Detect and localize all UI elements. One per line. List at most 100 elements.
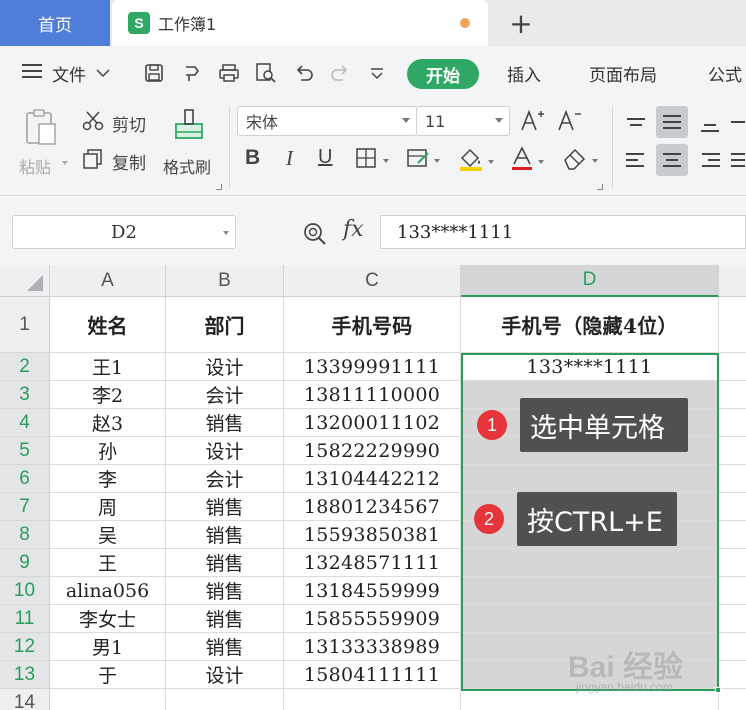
column-header-e[interactable] (719, 265, 746, 297)
align-bottom-button[interactable] (694, 106, 726, 138)
row-header[interactable]: 7 (0, 493, 50, 521)
row-header[interactable]: 11 (0, 605, 50, 633)
cell-name[interactable]: 王 (50, 549, 166, 577)
cell-e[interactable] (719, 381, 746, 409)
fill-color-button[interactable] (458, 146, 494, 177)
row-header[interactable]: 6 (0, 465, 50, 493)
file-menu[interactable]: 文件 (22, 46, 110, 100)
cell-phone[interactable]: 15855559909 (284, 605, 461, 633)
cell-phone[interactable]: 15804111111 (284, 661, 461, 689)
print-icon[interactable] (218, 62, 240, 84)
justify-button[interactable] (730, 144, 746, 176)
row-header[interactable]: 4 (0, 409, 50, 437)
cell-dept[interactable]: 销售 (166, 493, 284, 521)
cell-dept[interactable]: 销售 (166, 521, 284, 549)
cell-phone[interactable]: 13248571111 (284, 549, 461, 577)
save-icon[interactable] (143, 62, 165, 84)
cell-e[interactable] (719, 549, 746, 577)
row-header[interactable]: 9 (0, 549, 50, 577)
name-box[interactable]: D2 (12, 215, 236, 249)
row-header[interactable]: 14 (0, 689, 50, 710)
cut-button[interactable]: 剪切 (82, 110, 146, 137)
cell-format-button[interactable] (406, 147, 440, 174)
cell-masked[interactable] (461, 661, 719, 689)
customize-dropdown-icon[interactable] (366, 62, 388, 84)
select-all-corner[interactable] (0, 265, 50, 297)
italic-button[interactable]: I (286, 146, 293, 171)
cell-name[interactable]: 男1 (50, 633, 166, 661)
formula-input[interactable]: 133****1111 (380, 215, 746, 249)
cell-phone[interactable]: 13200011102 (284, 409, 461, 437)
font-dialog-launcher-icon[interactable] (597, 184, 603, 190)
cell-e[interactable] (719, 577, 746, 605)
cell-dept[interactable]: 设计 (166, 437, 284, 465)
cell-e[interactable] (719, 605, 746, 633)
cell-phone[interactable]: 13184559999 (284, 577, 461, 605)
cell-dept[interactable]: 设计 (166, 661, 284, 689)
zoom-search-icon[interactable] (302, 221, 328, 251)
cell-name[interactable]: 于 (50, 661, 166, 689)
borders-button[interactable] (355, 147, 389, 174)
copy-button[interactable]: 复制 (82, 148, 146, 175)
fill-handle[interactable] (715, 687, 721, 693)
print-preview-icon[interactable] (255, 62, 277, 84)
cell-name[interactable]: alina056 (50, 577, 166, 605)
cell-name[interactable]: 李女士 (50, 605, 166, 633)
cell-masked[interactable] (461, 605, 719, 633)
cell-name[interactable] (50, 689, 166, 710)
cell-e[interactable] (719, 297, 746, 353)
cell-e[interactable] (719, 633, 746, 661)
tab-formula[interactable]: 公式 (708, 46, 742, 100)
row-header[interactable]: 1 (0, 297, 50, 353)
tab-insert[interactable]: 插入 (507, 46, 541, 100)
cell-name[interactable]: 赵3 (50, 409, 166, 437)
decrease-font-button[interactable] (557, 108, 583, 137)
tab-home[interactable]: 首页 (0, 0, 110, 46)
header-cell-dept[interactable]: 部门 (166, 297, 284, 353)
cell-phone[interactable]: 15822229990 (284, 437, 461, 465)
new-tab-button[interactable]: + (506, 6, 536, 40)
cell-dept[interactable]: 销售 (166, 633, 284, 661)
paste-button[interactable]: 粘贴 (16, 104, 68, 184)
format-painter-button[interactable]: 格式刷 (160, 104, 220, 184)
wrap-button[interactable] (730, 106, 746, 138)
cell-dept[interactable]: 销售 (166, 549, 284, 577)
redo-icon[interactable] (329, 62, 351, 84)
cell-dept[interactable]: 设计 (166, 353, 284, 381)
cell-dept[interactable]: 销售 (166, 409, 284, 437)
cell-phone[interactable]: 13133338989 (284, 633, 461, 661)
cell-e[interactable] (719, 353, 746, 381)
align-left-button[interactable] (620, 144, 652, 176)
align-center-button[interactable] (656, 144, 688, 176)
fx-icon[interactable]: fx (343, 217, 364, 242)
cell-masked[interactable] (461, 689, 719, 710)
header-cell-masked[interactable]: 手机号（隐藏4位） (461, 297, 719, 353)
cell-name[interactable]: 李 (50, 465, 166, 493)
cell-name[interactable]: 孙 (50, 437, 166, 465)
row-header[interactable]: 3 (0, 381, 50, 409)
cell-masked[interactable] (461, 633, 719, 661)
export-icon[interactable] (181, 62, 203, 84)
tab-page-layout[interactable]: 页面布局 (589, 46, 657, 100)
row-header[interactable]: 5 (0, 437, 50, 465)
font-name-select[interactable]: 宋体 (237, 106, 417, 136)
column-header-c[interactable]: C (284, 265, 461, 297)
cell-masked[interactable] (461, 549, 719, 577)
cell-e[interactable] (719, 465, 746, 493)
cell-name[interactable]: 吴 (50, 521, 166, 549)
row-header[interactable]: 8 (0, 521, 50, 549)
align-middle-button[interactable] (656, 106, 688, 138)
bold-button[interactable]: B (245, 146, 260, 170)
cell-dept[interactable]: 会计 (166, 465, 284, 493)
font-color-button[interactable] (510, 146, 544, 177)
cell-e[interactable] (719, 409, 746, 437)
row-header[interactable]: 10 (0, 577, 50, 605)
cell-name[interactable]: 王1 (50, 353, 166, 381)
cell-e[interactable] (719, 493, 746, 521)
cell-phone[interactable]: 13104442212 (284, 465, 461, 493)
cell-e[interactable] (719, 437, 746, 465)
undo-icon[interactable] (293, 62, 315, 84)
cell-phone[interactable]: 13399991111 (284, 353, 461, 381)
tab-workbook[interactable]: S 工作簿1 (112, 0, 488, 46)
column-header-a[interactable]: A (50, 265, 166, 297)
